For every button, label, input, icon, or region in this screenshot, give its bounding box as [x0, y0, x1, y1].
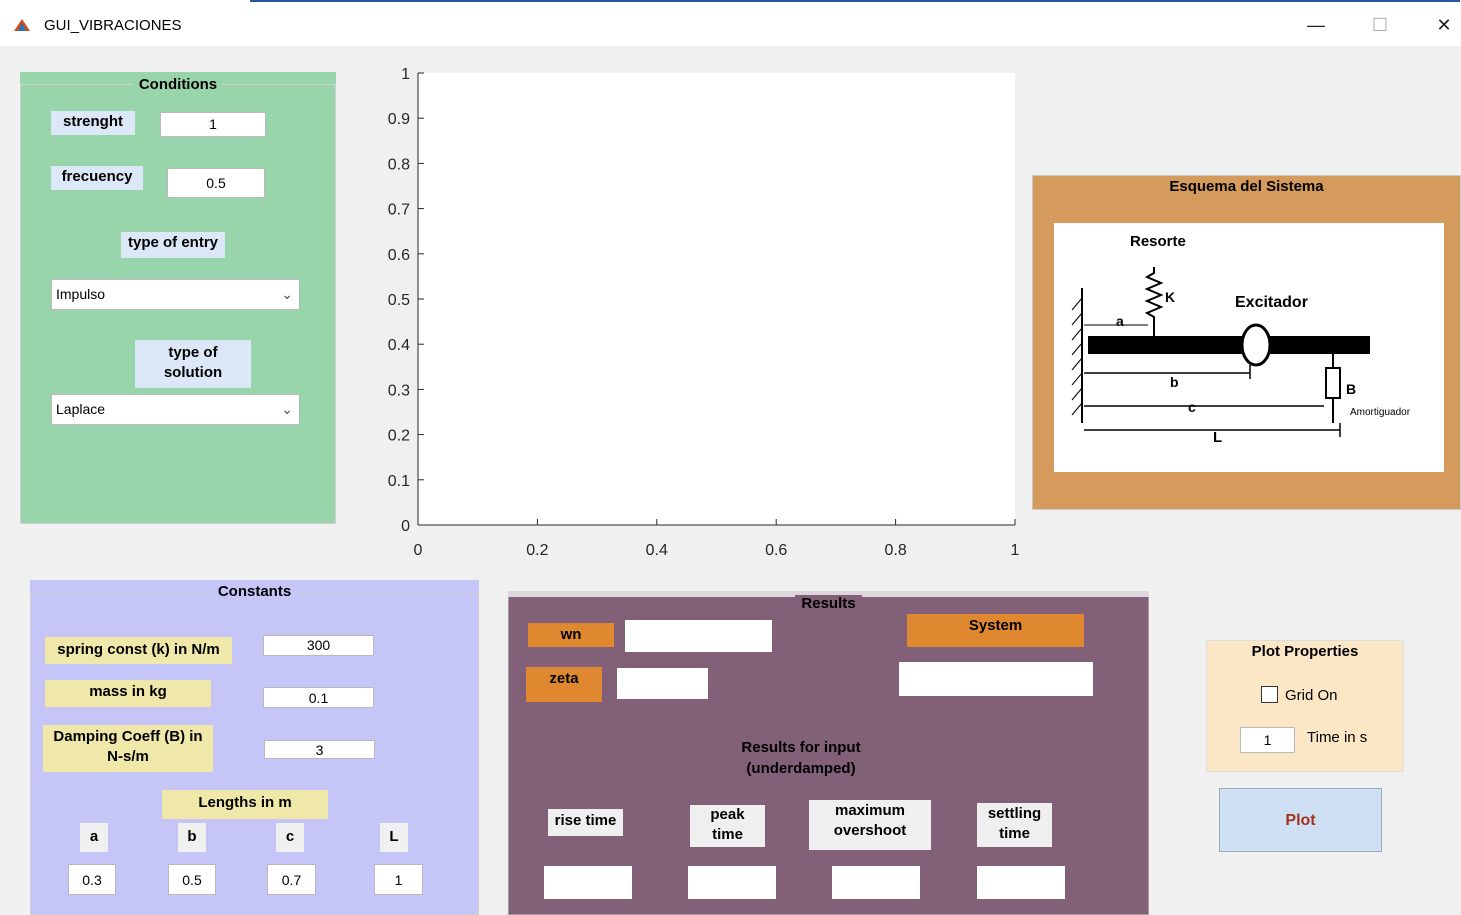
k-text: K [1165, 289, 1175, 305]
length-l-label: L [380, 823, 408, 852]
system-schema-image: Resorte K Excitador a b c L B Amortiguad… [1054, 223, 1444, 472]
strength-label: strenght [51, 111, 135, 135]
length-c-input[interactable]: 0.7 [267, 864, 316, 895]
length-a-label: a [80, 823, 108, 852]
conditions-title: Conditions [20, 76, 336, 93]
window-title: GUI_VIBRACIONES [44, 17, 182, 34]
frequency-label: frecuency [51, 166, 143, 190]
length-a-input[interactable]: 0.3 [68, 864, 116, 895]
lengths-label: Lengths in m [162, 790, 328, 819]
strength-input[interactable]: 1 [160, 112, 266, 137]
entry-type-value: Impulso [56, 286, 106, 302]
schema-title: Esquema del Sistema [1032, 178, 1461, 195]
zeta-output [617, 668, 708, 699]
solution-type-select[interactable]: Laplace ⌄ [51, 394, 300, 425]
damping-coeff-input[interactable]: 3 [264, 740, 375, 759]
wn-label: wn [528, 623, 614, 647]
y-tick-label: 0.6 [388, 247, 410, 264]
x-tick-label: 1 [1011, 542, 1020, 559]
system-label: System [907, 614, 1084, 647]
rise-time-output [544, 866, 632, 899]
plot-axes: 1 0.9 0.8 0.7 0.6 0.5 0.4 0.3 0.2 0.1 0 0 0.2 0.4 0.6… [388, 66, 1020, 559]
length-b-label: b [178, 823, 206, 852]
y-tick-label: 0.2 [388, 428, 410, 445]
frequency-input[interactable]: 0.5 [167, 168, 265, 198]
damper-text: Amortiguador [1350, 407, 1411, 418]
x-tick-label: 0.2 [526, 542, 548, 559]
y-tick-label: 0.9 [388, 111, 410, 128]
max-overshoot-output [832, 866, 920, 899]
y-tick-label: 0.3 [388, 382, 410, 399]
y-tick-label: 0.8 [388, 156, 410, 173]
length-b-input[interactable]: 0.5 [168, 864, 216, 895]
max-overshoot-label: maximum overshoot [809, 800, 931, 850]
entry-type-label: type of entry [121, 232, 225, 258]
time-label: Time in s [1307, 729, 1368, 746]
damping-coeff-label: Damping Coeff (B) in N-s/m [43, 725, 213, 772]
chevron-down-icon: ⌄ [281, 401, 293, 417]
x-tick-label: 0.6 [765, 542, 787, 559]
solution-type-label: type of solution [135, 340, 251, 388]
peak-time-label: peak time [690, 805, 765, 847]
y-tick-label: 0.4 [388, 337, 410, 354]
constants-title: Constants [30, 583, 479, 600]
peak-time-output [688, 866, 776, 899]
wn-output [625, 620, 772, 652]
zeta-label: zeta [526, 667, 602, 702]
matlab-app-icon [13, 17, 31, 33]
length-c-label: c [276, 823, 304, 852]
title-bar [0, 0, 1461, 46]
window-accent-line [250, 0, 1460, 2]
y-tick-label: 0 [401, 518, 410, 535]
settling-time-output [977, 866, 1065, 899]
grid-on-label: Grid On [1285, 687, 1338, 704]
results-title: Results [508, 595, 1149, 612]
l-text: L [1213, 429, 1222, 446]
x-tick-label: 0.8 [884, 542, 906, 559]
y-tick-label: 0.1 [388, 473, 410, 490]
spring-text: Resorte [1130, 233, 1186, 250]
plot-button[interactable]: Plot [1219, 788, 1382, 852]
settling-time-label: settling time [977, 803, 1052, 847]
y-axis-ticks: 1 0.9 0.8 0.7 0.6 0.5 0.4 0.3 0.2 0.1 0 [388, 66, 424, 535]
b-damping-text: B [1346, 381, 1356, 397]
y-tick-label: 0.5 [388, 292, 410, 309]
solution-type-value: Laplace [56, 401, 106, 417]
close-button[interactable]: ✕ [1424, 10, 1461, 40]
maximize-button[interactable]: ☐ [1360, 10, 1400, 40]
x-tick-label: 0 [414, 542, 423, 559]
minimize-button[interactable]: — [1296, 10, 1336, 40]
entry-type-select[interactable]: Impulso ⌄ [51, 279, 300, 310]
a-text: a [1116, 313, 1124, 329]
y-tick-label: 0.7 [388, 202, 410, 219]
c-text: c [1188, 399, 1196, 415]
chevron-down-icon: ⌄ [281, 286, 293, 302]
exciter-text: Excitador [1235, 294, 1308, 311]
system-output [899, 662, 1093, 696]
spring-constant-input[interactable]: 300 [263, 635, 374, 656]
input-results-heading: Results for input (underdamped) [741, 739, 861, 777]
mass-label: mass in kg [45, 680, 211, 707]
y-tick-label: 1 [401, 66, 410, 83]
b-text: b [1170, 374, 1179, 390]
rise-time-label: rise time [548, 809, 623, 836]
x-tick-label: 0.4 [646, 542, 668, 559]
mass-input[interactable]: 0.1 [263, 687, 374, 708]
length-l-input[interactable]: 1 [374, 864, 423, 895]
time-input[interactable]: 1 [1240, 727, 1295, 753]
spring-constant-label: spring const (k) in N/m [45, 637, 232, 664]
plot-properties-title: Plot Properties [1206, 643, 1404, 660]
grid-on-checkbox[interactable] [1261, 686, 1278, 703]
